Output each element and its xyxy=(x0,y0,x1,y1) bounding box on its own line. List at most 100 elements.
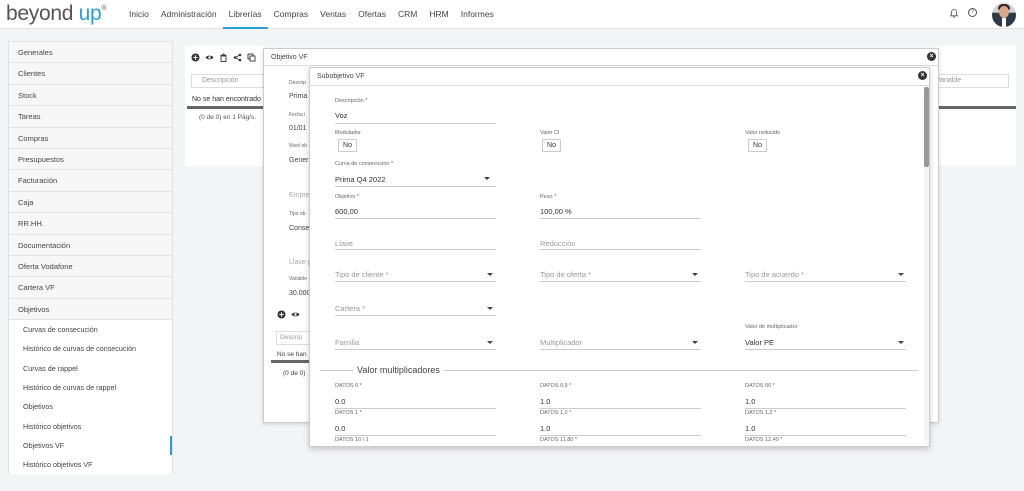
sidebar-item-clientes[interactable]: Clientes xyxy=(9,63,172,85)
share-icon[interactable] xyxy=(233,53,242,62)
nav-inicio[interactable]: Inicio xyxy=(123,0,155,29)
datos-field[interactable]: 0.0 xyxy=(335,424,345,433)
bell-icon[interactable] xyxy=(950,9,958,18)
cartera-select[interactable]: Cartera * xyxy=(335,304,365,313)
variable-filter-input[interactable]: Variable xyxy=(931,74,1009,88)
sidebar-item-cartera-vf[interactable]: Cartera VF xyxy=(9,277,172,299)
valor-reducido-toggle[interactable]: No xyxy=(748,139,767,152)
top-bar: beyond up® Inicio Administración Librerí… xyxy=(0,0,1024,29)
field-value[interactable]: 01/01 xyxy=(289,125,307,132)
section-title: Valor multiplicadores xyxy=(353,365,444,375)
plus-icon[interactable] xyxy=(277,310,286,319)
curva-select[interactable]: Prima Q4 2022 xyxy=(335,175,385,184)
sidebar-subitem-curvas-rappel[interactable]: Curvas de rappel xyxy=(9,358,172,378)
main-nav: Inicio Administración Librerías Compras … xyxy=(123,0,500,29)
tipo-cliente-select[interactable]: Tipo de cliente * xyxy=(335,270,389,279)
close-icon[interactable]: × xyxy=(927,52,936,61)
sub-table-header-bar xyxy=(271,360,311,363)
logo[interactable]: beyond up® xyxy=(6,2,107,26)
peso-field[interactable]: 100,00 % xyxy=(540,207,572,216)
copy-icon[interactable] xyxy=(247,53,256,62)
datos-field[interactable]: 0.0 xyxy=(335,397,345,406)
datos-field[interactable]: 1.0 xyxy=(540,424,550,433)
chevron-down-icon[interactable] xyxy=(484,177,490,180)
datos-field[interactable]: 1.0 xyxy=(745,424,755,433)
objetivo-field[interactable]: 600,00 xyxy=(335,207,358,216)
subobjetivo-vf-modal: Subobjetivo VF × Descripción * Voz Modul… xyxy=(309,67,930,447)
search-input[interactable]: Descripción xyxy=(191,74,267,88)
sidebar-item-objetivos[interactable]: Objetivos xyxy=(9,298,172,321)
sidebar-item-caja[interactable]: Caja xyxy=(9,191,172,214)
nav-ofertas[interactable]: Ofertas xyxy=(352,0,392,29)
scrollbar-thumb[interactable] xyxy=(924,87,929,167)
valor-ci-toggle[interactable]: No xyxy=(542,139,561,152)
chevron-down-icon[interactable] xyxy=(898,341,904,344)
valor-multiplicador-select[interactable]: Valor PE xyxy=(745,338,774,347)
field-label: Fecha i xyxy=(289,112,306,118)
sidebar-item-oferta-vodafone[interactable]: Oferta Vodafone xyxy=(9,255,172,278)
sidebar-subitem-objetivos-vf[interactable]: Objetivos VF xyxy=(9,435,172,456)
sidebar-subitem-historico-objetivos-vf[interactable]: Histórico objetivos VF xyxy=(9,455,172,475)
empty-message: No se han encontrado xyxy=(192,96,261,103)
field-value[interactable]: Gener xyxy=(289,157,308,164)
nav-ventas[interactable]: Ventas xyxy=(314,0,352,29)
field-value[interactable]: Conse xyxy=(289,225,309,232)
main-toolbar xyxy=(191,53,256,62)
nav-hrm[interactable]: HRM xyxy=(423,0,454,29)
nav-compras[interactable]: Compras xyxy=(268,0,314,29)
sidebar-subitem-historico-objetivos[interactable]: Histórico objetivos xyxy=(9,416,172,436)
llave-field[interactable]: Llave xyxy=(335,239,353,248)
sub-pagination-text: (0 de 0) xyxy=(283,370,306,377)
descripcion-field[interactable]: Voz xyxy=(335,111,348,120)
help-icon[interactable]: ? xyxy=(968,8,977,17)
reduccion-field[interactable]: Reducción xyxy=(540,239,575,248)
sidebar-item-stock[interactable]: Stock xyxy=(9,84,172,107)
subobjetivo-search-input[interactable]: Descrip xyxy=(276,331,312,345)
field-value[interactable]: 30.000 xyxy=(289,290,310,297)
chevron-down-icon[interactable] xyxy=(692,273,698,276)
sidebar-item-documentacion[interactable]: Documentación xyxy=(9,234,172,256)
tipo-acuerdo-select[interactable]: Tipo de acuerdo * xyxy=(745,270,804,279)
chevron-down-icon[interactable] xyxy=(692,341,698,344)
sidebar-subitem-historico-curvas-rappel[interactable]: Histórico de curvas de rappel xyxy=(9,377,172,398)
valor-ci-label: Valor CI xyxy=(540,130,560,136)
sidebar-item-rrhh[interactable]: RR.HH. xyxy=(9,213,172,235)
plus-icon[interactable] xyxy=(191,53,200,62)
field-placeholder[interactable]: Empre xyxy=(289,192,310,199)
eye-icon[interactable] xyxy=(205,53,214,62)
sidebar-subitem-objetivos[interactable]: Objetivos xyxy=(9,397,172,417)
nav-crm[interactable]: CRM xyxy=(392,0,423,29)
chevron-down-icon[interactable] xyxy=(487,273,493,276)
nav-informes[interactable]: Informes xyxy=(455,0,500,29)
eye-icon[interactable] xyxy=(291,310,300,319)
sidebar-subitem-curvas-consecucion[interactable]: Curvas de consecución xyxy=(9,320,172,340)
logo-accent: up xyxy=(78,2,102,25)
sidebar-item-facturacion[interactable]: Facturación xyxy=(9,170,172,192)
chevron-down-icon[interactable] xyxy=(898,273,904,276)
sidebar-item-presupuestos[interactable]: Presupuestos xyxy=(9,148,172,171)
nav-administracion[interactable]: Administración xyxy=(155,0,223,29)
multiplicador-select[interactable]: Multiplicador xyxy=(540,338,582,347)
tipo-oferta-select[interactable]: Tipo de oferta * xyxy=(540,270,591,279)
chevron-down-icon[interactable] xyxy=(487,341,493,344)
datos-field[interactable]: 1.0 xyxy=(540,397,550,406)
sidebar-subitem-historico-curvas-consecucion[interactable]: Histórico de curvas de consecución xyxy=(9,339,172,359)
close-icon[interactable]: × xyxy=(918,71,927,80)
sidebar-item-tareas[interactable]: Tareas xyxy=(9,106,172,128)
field-value[interactable]: Prima xyxy=(289,93,307,100)
nav-librerias[interactable]: Librerías xyxy=(222,0,268,29)
chevron-down-icon[interactable] xyxy=(487,307,493,310)
sidebar-item-generales[interactable]: Generales xyxy=(9,42,172,64)
modulador-label: Modulador xyxy=(335,130,361,136)
modulador-toggle[interactable]: No xyxy=(338,139,357,152)
sidebar-item-compras[interactable]: Compras xyxy=(9,127,172,149)
logo-main: beyond xyxy=(6,2,79,25)
descripcion-label: Descripción * xyxy=(335,98,368,104)
trash-icon[interactable] xyxy=(219,53,228,62)
sidebar: Generales Clientes Stock Tareas Compras … xyxy=(8,41,173,475)
datos-field[interactable]: 1.0 xyxy=(745,397,755,406)
datos-label: DATOS 11,80 * xyxy=(540,437,577,443)
avatar[interactable] xyxy=(992,3,1016,27)
familia-select[interactable]: Familia xyxy=(335,338,359,347)
field-label: Tipo ob xyxy=(289,211,306,217)
